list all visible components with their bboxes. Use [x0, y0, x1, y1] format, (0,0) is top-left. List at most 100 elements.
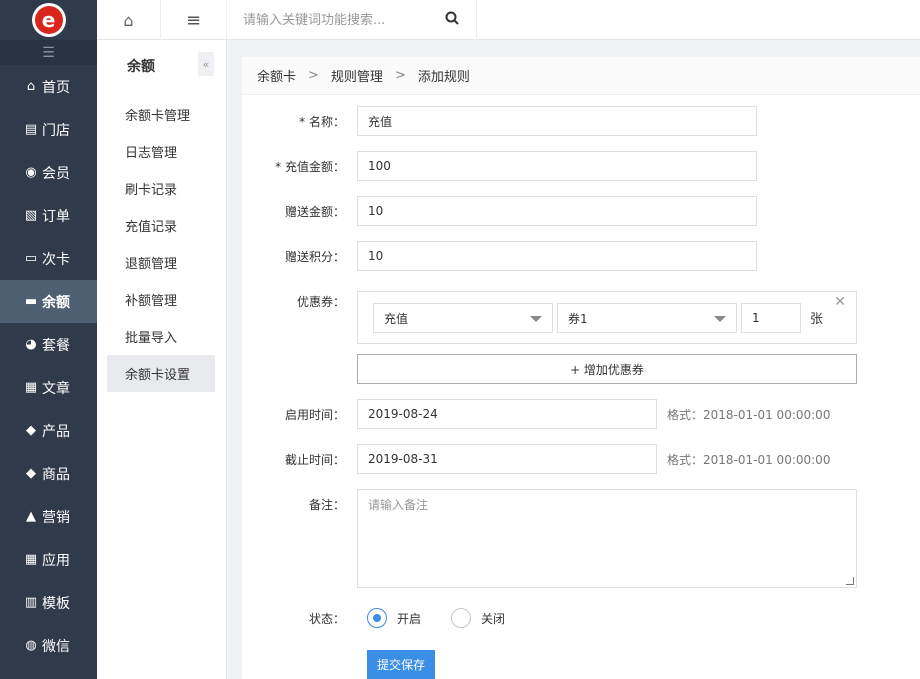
sidebar-item-label: 商品: [42, 466, 70, 483]
package-icon: ◕: [25, 337, 37, 352]
gift-points-label: 赠送积分：: [284, 249, 345, 264]
subnav-item[interactable]: 退额管理: [107, 244, 215, 281]
form-row-remark: 备注：: [242, 496, 345, 513]
status-label: 状态：: [308, 611, 345, 626]
sidebar-toggle-icon[interactable]: ☰: [0, 40, 97, 65]
coupon-select[interactable]: 券1: [557, 303, 737, 333]
coupon-type-value: 充值: [384, 311, 409, 326]
submit-button[interactable]: 提交保存: [367, 650, 435, 679]
sidebar-item-member[interactable]: ◉ 会员: [0, 151, 97, 194]
breadcrumb-item-rule-management[interactable]: 规则管理: [331, 66, 383, 85]
logo-icon: e: [34, 6, 63, 34]
remark-textarea[interactable]: [358, 490, 856, 587]
sidebar-item-count-card[interactable]: ▭ 次卡: [0, 237, 97, 280]
subnav-item[interactable]: 刷卡记录: [107, 170, 215, 207]
remark-label: 备注：: [308, 498, 345, 512]
status-on-radio[interactable]: 开启: [367, 608, 421, 628]
sidebar-item-label: 营销: [42, 509, 70, 526]
wechat-icon: ◍: [25, 638, 37, 653]
sidebar-item-template[interactable]: ▥ 模板: [0, 581, 97, 624]
subnav-item[interactable]: 日志管理: [107, 133, 215, 170]
sidebar-item-label: 模板: [42, 595, 70, 612]
end-date-field[interactable]: 2019-08-31: [357, 444, 657, 474]
sidebar-item-article[interactable]: ▦ 文章: [0, 366, 97, 409]
coupon-unit: 张: [810, 312, 824, 327]
sidebar-item-store[interactable]: ▤ 门店: [0, 108, 97, 151]
close-icon[interactable]: ✕: [834, 294, 846, 310]
remark-box: [357, 489, 857, 588]
home-icon[interactable]: ⌂: [97, 0, 161, 40]
sidebar-item-marketing[interactable]: ▲ 营销: [0, 495, 97, 538]
coupon-type-select[interactable]: 充值: [373, 303, 553, 333]
order-icon: ▧: [24, 208, 38, 223]
form-row-start: 启用时间： 2019-08-24 格式：2018-01-01 00:00:00: [242, 399, 830, 429]
app-root: e ☰ ⌂ 首页 ▤ 门店 ◉ 会员 ▧ 订单 ▭ 次卡 ▬ 余额 ◕ 套餐 ▦ 文章 ◆ 产品 ◆ 商品 ▲ 营销 ▦ 应用…: [0, 0, 920, 679]
hamburger-icon[interactable]: ≡: [161, 0, 227, 40]
amount-label: * 充值金额：: [275, 159, 345, 174]
start-date-field[interactable]: 2019-08-24: [357, 399, 657, 429]
count-card-icon: ▭: [24, 251, 38, 266]
status-off-radio[interactable]: 关闭: [451, 608, 505, 628]
coupon-qty-field[interactable]: 1: [741, 303, 801, 333]
top-header: ⌂ ≡: [97, 0, 920, 40]
subnav-item[interactable]: 余额卡设置: [107, 355, 215, 392]
apps-icon: ▦: [24, 552, 38, 567]
breadcrumb: 余额卡 > 规则管理 > 添加规则: [242, 57, 920, 95]
store-icon: ▤: [24, 122, 38, 137]
main-content: 余额卡 > 规则管理 > 添加规则 * 名称： 充值 * 充值金额： 100 赠…: [242, 57, 920, 679]
coupon-box: 充值 券1 1 张 ✕: [357, 291, 857, 344]
sidebar-item-home[interactable]: ⌂ 首页: [0, 65, 97, 108]
resize-handle-icon[interactable]: [846, 577, 854, 585]
add-coupon-button[interactable]: + 增加优惠券: [357, 354, 857, 384]
sidebar-item-order[interactable]: ▧ 订单: [0, 194, 97, 237]
coupon-label: 优惠券：: [296, 295, 345, 309]
sidebar-item-label: 套餐: [42, 337, 70, 354]
amount-field[interactable]: 100: [357, 151, 757, 181]
gift-amount-field[interactable]: 10: [357, 196, 757, 226]
collapse-icon[interactable]: «: [198, 52, 214, 76]
status-on-label: 开启: [397, 611, 422, 626]
chevron-down-icon: [714, 316, 726, 322]
template-icon: ▥: [24, 595, 38, 610]
form-row-amount: * 充值金额： 100: [242, 151, 757, 181]
sidebar-item-wechat[interactable]: ◍ 微信: [0, 624, 97, 667]
form-row-end: 截止时间： 2019-08-31 格式：2018-01-01 00:00:00: [242, 444, 830, 474]
status-off-label: 关闭: [481, 611, 506, 626]
sidebar-item-label: 门店: [42, 122, 70, 139]
coupon-value: 券1: [568, 311, 588, 326]
subnav-item[interactable]: 补额管理: [107, 281, 215, 318]
sidebar-item-label: 次卡: [42, 251, 70, 268]
sidebar-item-label: 会员: [42, 165, 70, 182]
form-row-status: 状态： 开启 关闭: [242, 608, 505, 628]
article-icon: ▦: [24, 380, 38, 395]
sidebar-item-package[interactable]: ◕ 套餐: [0, 323, 97, 366]
sidebar-item-balance[interactable]: ▬ 余额: [0, 280, 97, 323]
end-format-hint: 格式：2018-01-01 00:00:00: [667, 452, 831, 467]
product-icon: ◆: [26, 423, 36, 438]
radio-checked-icon: [367, 608, 387, 628]
goods-icon: ◆: [26, 466, 36, 481]
breadcrumb-item-add-rule: 添加规则: [417, 70, 470, 85]
sidebar-item-goods[interactable]: ◆ 商品: [0, 452, 97, 495]
subnav-item[interactable]: 批量导入: [107, 318, 215, 355]
sidebar-item-label: 余额: [42, 294, 70, 311]
sidebar-item-product[interactable]: ◆ 产品: [0, 409, 97, 452]
form-row-gift-points: 赠送积分： 10: [242, 241, 757, 271]
breadcrumb-separator: >: [394, 68, 406, 83]
logo[interactable]: e: [0, 0, 97, 40]
search-bar: [227, 0, 477, 40]
balance-icon: ▬: [24, 294, 38, 309]
chevron-down-icon: [530, 316, 542, 322]
sidebar-item-label: 文章: [42, 380, 70, 397]
sidebar-item-apps[interactable]: ▦ 应用: [0, 538, 97, 581]
subnav-item[interactable]: 充值记录: [107, 207, 215, 244]
breadcrumb-item-balance-card[interactable]: 余额卡: [257, 66, 296, 85]
gift-points-field[interactable]: 10: [357, 241, 757, 271]
search-input[interactable]: [227, 5, 437, 35]
start-label: 启用时间：: [284, 407, 345, 422]
subnav-item[interactable]: 余额卡管理: [107, 96, 215, 133]
search-icon[interactable]: [437, 11, 467, 29]
name-field[interactable]: 充值: [357, 106, 757, 136]
sidebar-item-label: 首页: [42, 79, 70, 96]
gift-amount-label: 赠送金额：: [284, 204, 345, 219]
